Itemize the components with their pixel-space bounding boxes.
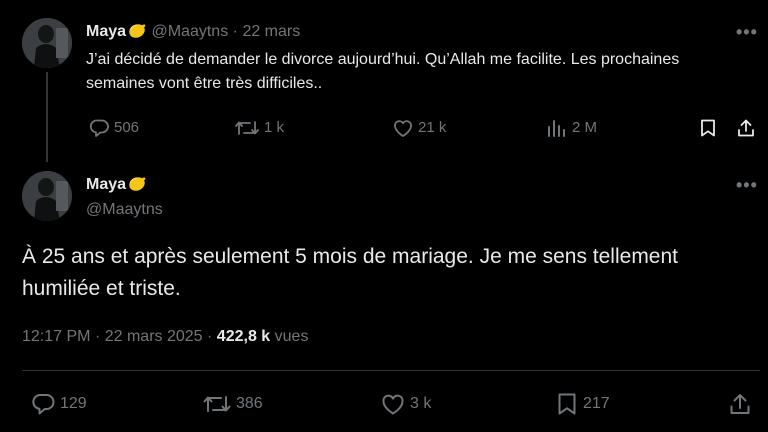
reply-tweet-header: Maya @Maaytns · 22 mars — [86, 21, 300, 45]
bookmark-button[interactable] — [698, 118, 718, 138]
heart-icon — [382, 394, 404, 415]
retweet-button[interactable]: 1 k — [234, 118, 284, 138]
reply-button[interactable]: 129 — [30, 392, 87, 416]
avatar[interactable] — [22, 171, 72, 221]
retweet-count: 386 — [236, 395, 263, 412]
reply-count: 506 — [114, 119, 140, 136]
views-count: 2 M — [572, 119, 598, 136]
like-button[interactable]: 3 k — [380, 392, 431, 416]
avatar-photo — [22, 171, 72, 221]
main-tweet-text: À 25 ans et après seulement 5 mois de ma… — [22, 245, 679, 300]
like-count: 3 k — [410, 395, 432, 412]
reply-button[interactable]: 506 — [88, 118, 139, 138]
thread-connector-line — [46, 72, 48, 162]
lemon-icon — [127, 174, 147, 198]
more-options-icon[interactable]: ••• — [736, 23, 758, 41]
divider — [22, 370, 760, 371]
bookmark-button[interactable]: 217 — [555, 392, 610, 416]
share-button[interactable] — [728, 392, 752, 416]
separator-dot: · — [232, 23, 238, 40]
retweet-button[interactable]: 386 — [202, 392, 263, 416]
heart-icon — [394, 120, 412, 137]
views-count[interactable]: 422,8 k — [217, 328, 270, 345]
tweet-date[interactable]: 22 mars 2025 — [105, 328, 203, 345]
views-chart-icon — [548, 120, 565, 137]
display-name[interactable]: Maya — [86, 176, 126, 193]
avatar-photo — [22, 18, 72, 68]
like-count: 21 k — [418, 119, 447, 136]
handle[interactable]: @Maaytns — [151, 23, 228, 40]
retweet-count: 1 k — [264, 119, 285, 136]
share-icon — [730, 394, 750, 414]
views-button[interactable]: 2 M — [546, 118, 597, 138]
lemon-icon — [127, 21, 147, 45]
main-tweet-handle: @Maaytns — [86, 200, 163, 220]
bookmark-icon — [701, 119, 715, 137]
share-button[interactable] — [736, 118, 756, 138]
retweet-icon — [235, 121, 259, 135]
avatar[interactable] — [22, 18, 72, 68]
reply-icon — [89, 119, 109, 137]
more-options-icon[interactable]: ••• — [736, 176, 758, 194]
display-name[interactable]: Maya — [86, 23, 126, 40]
handle[interactable]: @Maaytns — [86, 201, 163, 218]
tweet-meta: 12:17 PM · 22 mars 2025 · 422,8 k vues — [22, 326, 308, 348]
tweet-time[interactable]: 12:17 PM — [22, 328, 90, 345]
reply-tweet-text: J’ai décidé de demander le divorce aujou… — [86, 51, 680, 92]
reply-count: 129 — [60, 395, 87, 412]
separator-dot: · — [207, 328, 213, 345]
retweet-icon — [203, 396, 231, 412]
reply-icon — [32, 394, 55, 415]
bookmark-count: 217 — [583, 395, 610, 412]
views-label: vues — [274, 328, 309, 345]
bookmark-icon — [558, 393, 576, 415]
tweet-date[interactable]: 22 mars — [242, 23, 300, 40]
separator-dot: · — [94, 328, 101, 345]
like-button[interactable]: 21 k — [392, 118, 446, 138]
main-tweet-name: Maya — [86, 174, 147, 198]
share-icon — [738, 119, 754, 137]
